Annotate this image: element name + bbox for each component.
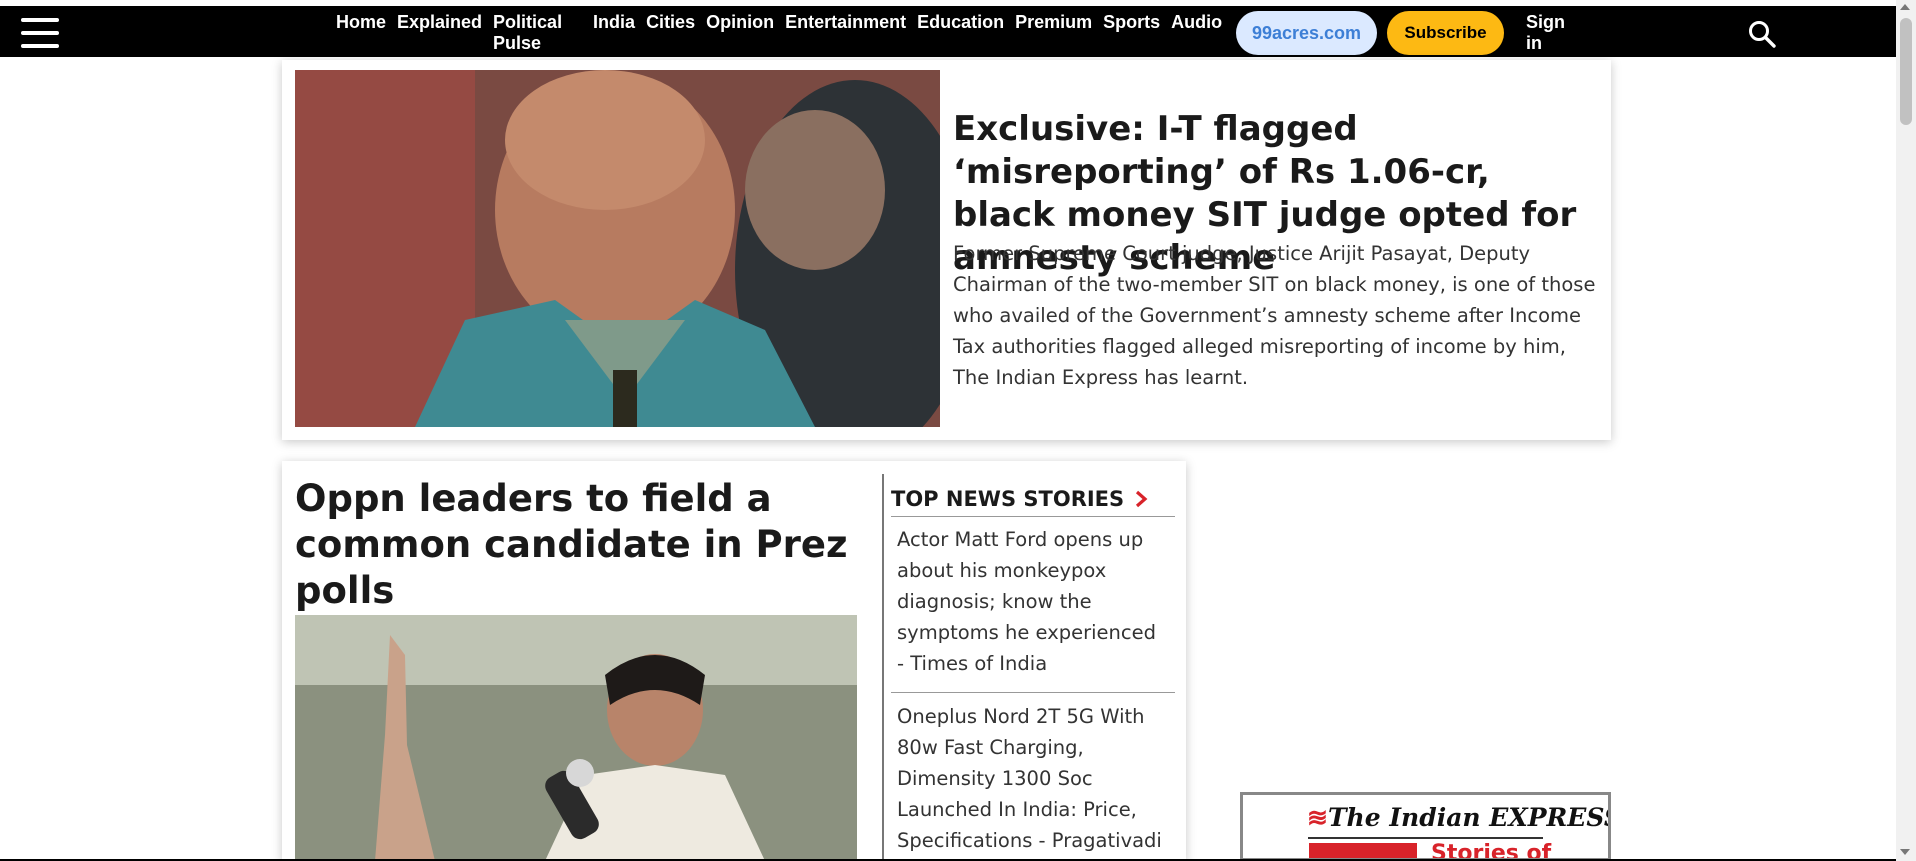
- lead-story-image[interactable]: [295, 615, 857, 861]
- subscribe-button[interactable]: Subscribe: [1387, 11, 1504, 55]
- scroll-up-arrow-icon[interactable]: [1900, 4, 1910, 10]
- hamburger-menu-icon[interactable]: [21, 18, 59, 48]
- hero-photo-illustration: [295, 70, 940, 427]
- column-divider: [882, 474, 884, 861]
- nav-item-cities[interactable]: Cities: [646, 12, 695, 33]
- chevron-right-icon: [1136, 490, 1148, 507]
- lead-story-headline[interactable]: Oppn leaders to field a common candidate…: [295, 476, 855, 614]
- nav-item-premium[interactable]: Premium: [1015, 12, 1092, 33]
- nav-item-opinion[interactable]: Opinion: [706, 12, 774, 33]
- nav-item-entertainment[interactable]: Entertainment: [785, 12, 906, 33]
- ad-divider: [1308, 837, 1543, 839]
- 99acres-button[interactable]: 99acres.com: [1236, 11, 1377, 55]
- nav-item-india[interactable]: India: [593, 12, 635, 33]
- page-scrollbar[interactable]: [1896, 0, 1916, 861]
- nav-item-audio[interactable]: Audio: [1171, 12, 1222, 33]
- sign-in-link[interactable]: Sign in: [1526, 12, 1572, 54]
- indian-express-logo: ≋The Indian EXPRESS: [1307, 803, 1611, 832]
- hero-story-summary: Former Supreme Court judge, Justice Arij…: [953, 242, 1596, 389]
- lead-photo-illustration: [295, 615, 857, 861]
- top-news-item-1[interactable]: Actor Matt Ford opens up about his monke…: [897, 524, 1169, 679]
- lead-story-card: Oppn leaders to field a common candidate…: [282, 461, 1186, 861]
- ad-banner-text: Stories of: [1431, 841, 1552, 861]
- top-news-item-2[interactable]: Oneplus Nord 2T 5G With 80w Fast Chargin…: [897, 701, 1169, 856]
- top-news-stories-title: TOP NEWS STORIES: [891, 486, 1125, 511]
- hero-story-image[interactable]: [295, 70, 940, 427]
- advertisement-box[interactable]: ≋The Indian EXPRESS Stories of: [1240, 792, 1611, 861]
- search-icon[interactable]: [1747, 19, 1777, 49]
- nav-item-education[interactable]: Education: [917, 12, 1004, 33]
- scrollbar-thumb[interactable]: [1900, 18, 1912, 125]
- nav-item-sports[interactable]: Sports: [1103, 12, 1160, 33]
- main-nav: Home Explained Political Pulse India Cit…: [336, 12, 1233, 54]
- nav-item-political-pulse[interactable]: Political Pulse: [493, 12, 575, 54]
- hero-story-card: Exclusive: I-T flagged ‘misreporting’ of…: [282, 60, 1611, 440]
- nav-item-home[interactable]: Home: [336, 12, 386, 33]
- nav-item-explained[interactable]: Explained: [397, 12, 482, 33]
- top-news-stories-header[interactable]: TOP NEWS STORIES: [891, 481, 1175, 517]
- scroll-down-arrow-icon[interactable]: [1900, 849, 1910, 855]
- top-navigation-bar: Home Explained Political Pulse India Cit…: [0, 6, 1896, 57]
- top-news-separator: [891, 692, 1175, 693]
